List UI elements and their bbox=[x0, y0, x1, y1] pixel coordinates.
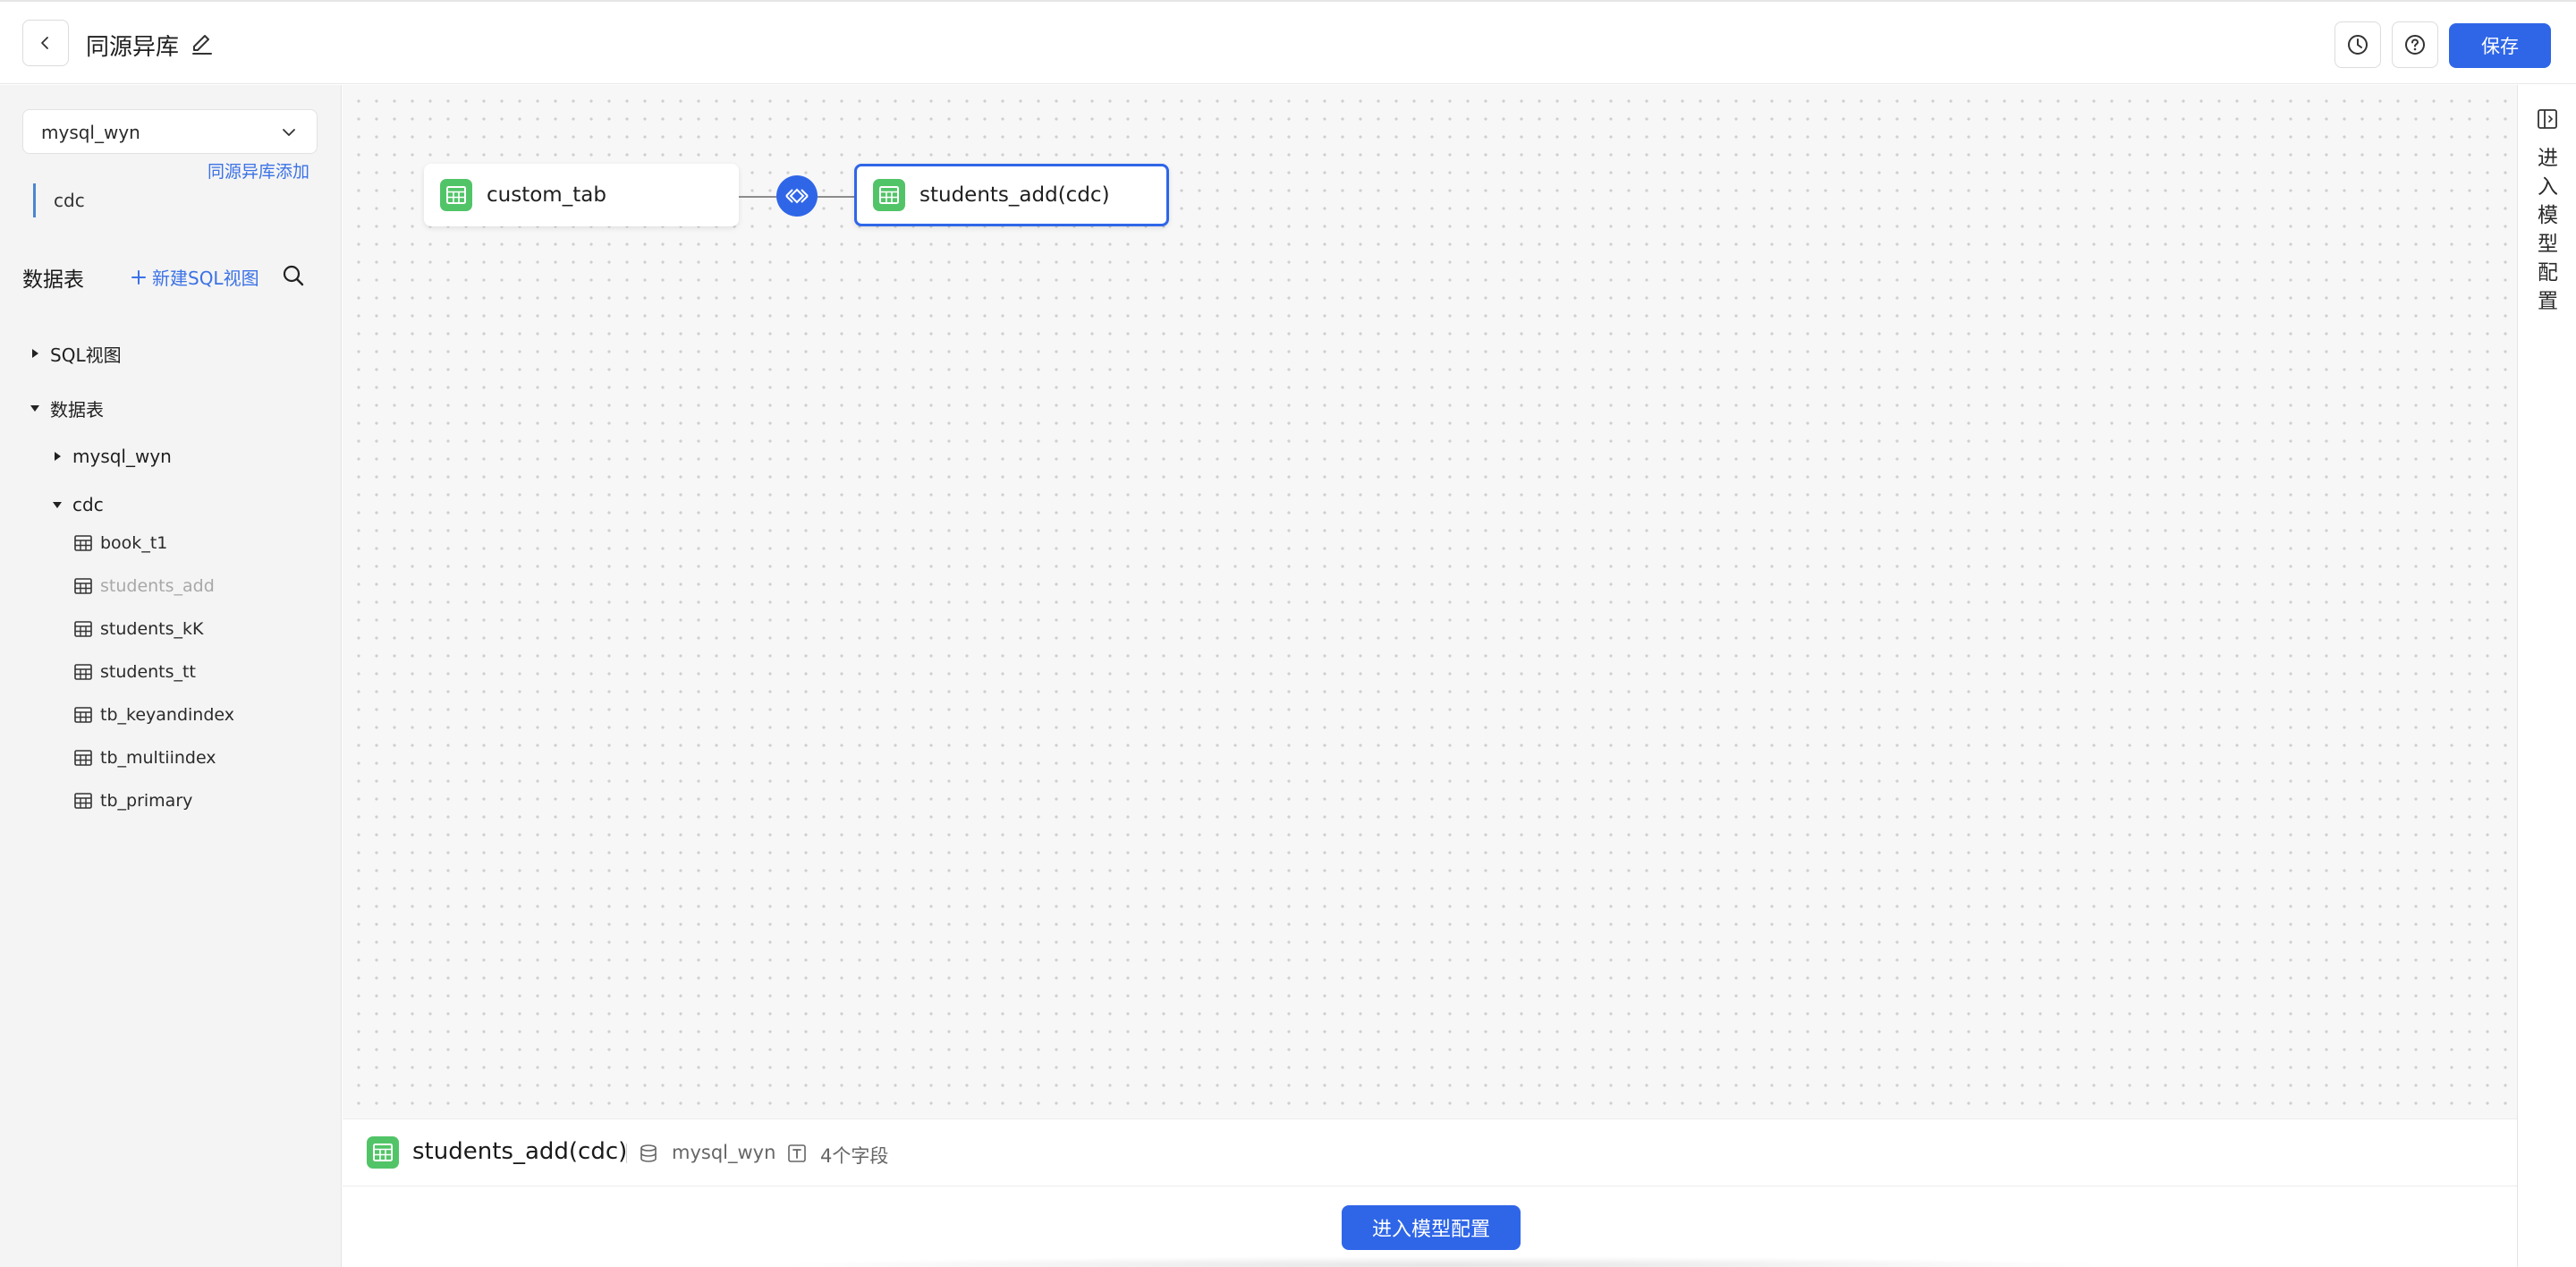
node-label: students_add(cdc) bbox=[919, 183, 1110, 207]
table-item[interactable]: book_t1 bbox=[73, 530, 167, 557]
plus-icon bbox=[131, 269, 146, 285]
node-label: custom_tab bbox=[487, 183, 606, 207]
footer-shadow bbox=[772, 1256, 2114, 1267]
tree-node-db-cdc[interactable]: cdc bbox=[49, 491, 104, 518]
footer: 进入模型配置 bbox=[343, 1186, 2517, 1267]
table-label: tb_primary bbox=[100, 791, 193, 811]
table-icon bbox=[74, 535, 92, 551]
table-label: students_kK bbox=[100, 619, 204, 639]
tree-node-sql-view[interactable]: SQL视图 bbox=[27, 340, 122, 367]
caret-down-icon bbox=[49, 497, 65, 513]
tree-node-data-tables[interactable]: 数据表 bbox=[27, 395, 104, 421]
database-icon bbox=[640, 1144, 657, 1162]
table-item[interactable]: tb_keyandindex bbox=[73, 702, 234, 728]
table-node-students-add-cdc[interactable]: students_add(cdc) bbox=[854, 164, 1169, 226]
table-icon bbox=[74, 664, 92, 680]
table-item[interactable]: students_add bbox=[73, 573, 215, 599]
enter-model-config-button[interactable]: 进入模型配置 bbox=[1342, 1205, 1521, 1250]
join-button[interactable] bbox=[776, 175, 818, 217]
divider bbox=[626, 1144, 627, 1163]
new-sql-view-label: 新建SQL视图 bbox=[152, 268, 259, 289]
back-button[interactable] bbox=[22, 20, 69, 66]
tree-label: cdc bbox=[72, 494, 104, 515]
caret-right-icon bbox=[27, 345, 43, 361]
caret-right-icon bbox=[49, 448, 65, 464]
right-panel: 进入模型配置 bbox=[2517, 85, 2576, 1267]
chevron-down-icon bbox=[283, 129, 295, 136]
field-icon bbox=[788, 1144, 806, 1162]
table-label: tb_multiindex bbox=[100, 748, 216, 768]
connector-line bbox=[818, 196, 855, 198]
table-node-custom-tab[interactable]: custom_tab bbox=[424, 164, 739, 226]
connector-line bbox=[739, 196, 776, 198]
tree-node-db-mysql-wyn[interactable]: mysql_wyn bbox=[49, 443, 172, 470]
help-button[interactable] bbox=[2392, 21, 2438, 68]
sidebar: mysql_wyn 同源异库添加 cdc 数据表 新建SQL视图 SQL视图 数… bbox=[0, 85, 342, 1267]
app-root: 同源异库 保存 mysql_wyn 同源异库添加 cdc 数据表 新建SQL视图… bbox=[0, 0, 2576, 1267]
table-label: book_t1 bbox=[100, 533, 168, 553]
model-canvas[interactable]: custom_tab students_add(cdc) bbox=[343, 85, 2517, 1118]
save-button[interactable]: 保存 bbox=[2449, 23, 2551, 68]
new-sql-view-button[interactable]: 新建SQL视图 bbox=[131, 264, 259, 290]
table-label: students_tt bbox=[100, 662, 196, 682]
info-database-name: mysql_wyn bbox=[672, 1142, 776, 1163]
database-select[interactable]: mysql_wyn bbox=[22, 109, 318, 154]
table-icon bbox=[74, 621, 92, 637]
table-item[interactable]: students_tt bbox=[73, 659, 196, 685]
table-icon bbox=[74, 707, 92, 723]
history-button[interactable] bbox=[2334, 21, 2381, 68]
page-title: 同源异库 bbox=[86, 34, 180, 61]
section-title: 数据表 bbox=[22, 268, 84, 292]
add-same-source-db-link[interactable]: 同源异库添加 bbox=[208, 158, 309, 183]
table-item[interactable]: students_kK bbox=[73, 616, 204, 642]
chevron-left-icon bbox=[41, 37, 48, 49]
tree-label: mysql_wyn bbox=[72, 446, 172, 467]
table-icon bbox=[873, 179, 905, 211]
caret-down-icon bbox=[27, 400, 43, 416]
info-table-name: students_add(cdc) bbox=[412, 1138, 628, 1165]
edit-icon[interactable] bbox=[190, 31, 215, 56]
table-item[interactable]: tb_multiindex bbox=[73, 744, 216, 771]
join-icon bbox=[785, 188, 809, 204]
selected-table-info-bar: students_add(cdc) mysql_wyn 4个字段 bbox=[343, 1118, 2517, 1186]
tree-label: SQL视图 bbox=[50, 344, 122, 366]
table-icon bbox=[440, 179, 472, 211]
database-select-value: mysql_wyn bbox=[41, 122, 140, 143]
table-icon bbox=[74, 793, 92, 809]
search-icon[interactable] bbox=[282, 264, 305, 287]
table-label: tb_keyandindex bbox=[100, 705, 234, 725]
panel-expand-icon[interactable] bbox=[2536, 107, 2559, 131]
question-icon bbox=[2405, 35, 2425, 55]
clock-icon bbox=[2348, 35, 2368, 55]
table-icon bbox=[367, 1136, 399, 1169]
table-item[interactable]: tb_primary bbox=[73, 787, 192, 814]
right-panel-label[interactable]: 进入模型配置 bbox=[2538, 144, 2559, 316]
selected-db-chip[interactable]: cdc bbox=[33, 183, 85, 217]
table-icon bbox=[74, 750, 92, 766]
header: 同源异库 保存 bbox=[0, 0, 2576, 84]
info-field-count: 4个字段 bbox=[820, 1145, 889, 1167]
table-label: students_add bbox=[100, 576, 215, 596]
tree-label: 数据表 bbox=[50, 398, 104, 421]
table-icon bbox=[74, 578, 92, 594]
